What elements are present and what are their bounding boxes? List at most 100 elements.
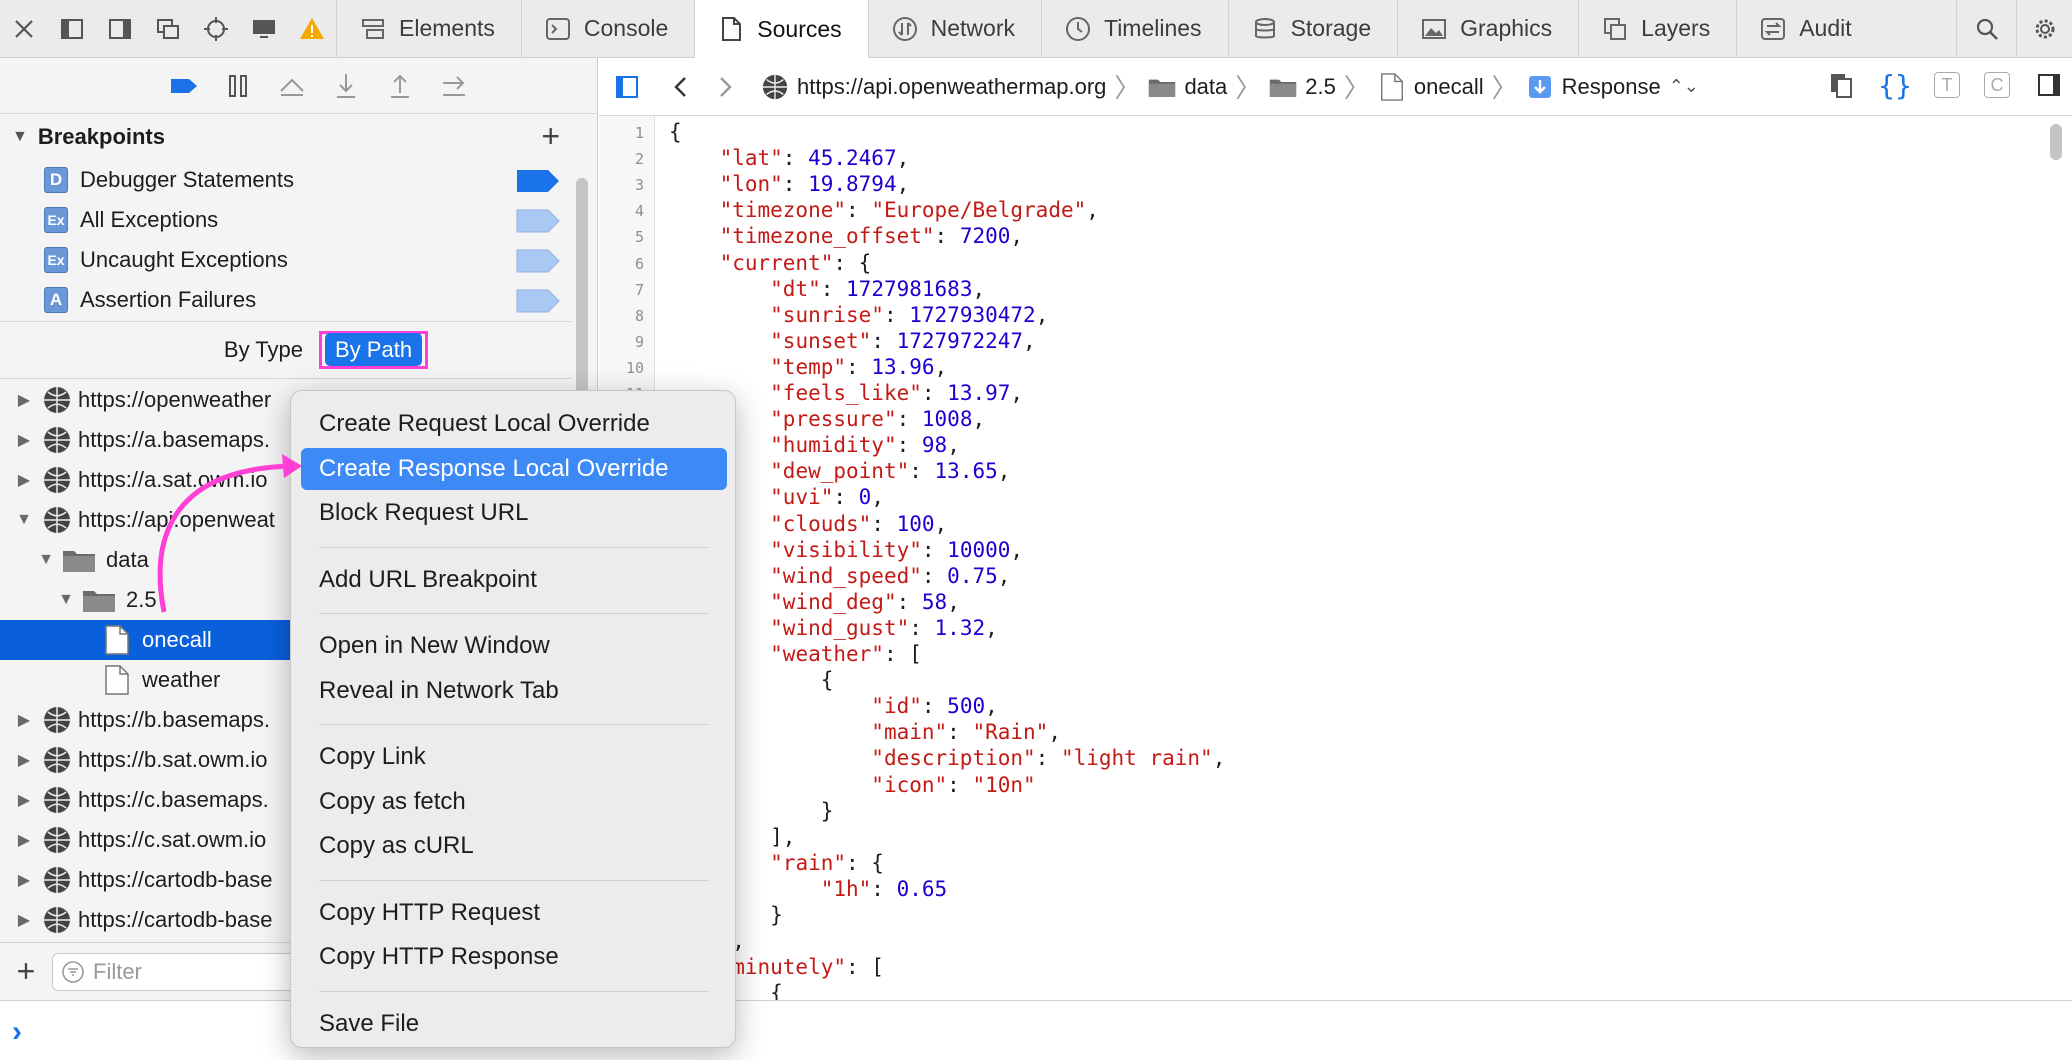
tree-label: data <box>106 547 149 572</box>
pause-button[interactable] <box>222 70 254 102</box>
add-breakpoint-button[interactable]: + <box>541 120 560 152</box>
json-key: "1h" <box>820 876 872 901</box>
breadcrumb-separator: 〉 <box>1491 73 1518 103</box>
type-toggle-icon[interactable]: T <box>1934 72 1960 98</box>
json-number: 1008 <box>921 407 973 432</box>
menu-item-copy-link[interactable]: Copy Link <box>301 736 727 778</box>
breakpoints-section-header[interactable]: ▼ Breakpoints + <box>0 115 572 159</box>
by-path-button[interactable]: By Path <box>325 333 423 366</box>
menu-item-copy-http-response[interactable]: Copy HTTP Response <box>301 936 727 978</box>
code-line: "timezone_offset": 7200, <box>669 224 1023 248</box>
search-icon[interactable] <box>1956 0 2016 57</box>
breakpoint-type-badge: D <box>44 167 68 193</box>
tab-timelines[interactable]: Timelines <box>1041 0 1228 57</box>
disclosure-triangle-icon[interactable]: ▶ <box>14 750 34 770</box>
disclosure-triangle-icon[interactable]: ▼ <box>12 128 28 146</box>
breakpoint-assertion-failures[interactable]: A Assertion Failures <box>44 280 560 320</box>
pretty-print-icon[interactable]: {} <box>1878 69 1912 102</box>
detach-window-icon[interactable] <box>144 0 192 57</box>
json-punctuation: , <box>896 146 910 171</box>
breakpoint-disabled-flag-icon[interactable] <box>516 249 560 273</box>
disclosure-triangle-icon[interactable]: ▶ <box>14 910 34 930</box>
step-button[interactable] <box>438 70 470 102</box>
disclosure-triangle-icon[interactable]: ▶ <box>14 710 34 730</box>
dock-right-icon[interactable] <box>96 0 144 57</box>
menu-item-save-file[interactable]: Save File <box>301 1003 727 1045</box>
inspect-crosshair-icon[interactable] <box>192 0 240 57</box>
audit-icon <box>1761 17 1786 40</box>
breakpoint-disabled-flag-icon[interactable] <box>516 209 560 233</box>
back-arrow-icon[interactable] <box>667 73 695 101</box>
tab-console[interactable]: Console <box>520 0 694 57</box>
device-monitor-icon[interactable] <box>240 0 288 57</box>
tab-layers[interactable]: Layers <box>1578 0 1736 57</box>
by-type-button[interactable]: By Type <box>224 337 303 363</box>
breakpoint-disabled-flag-icon[interactable] <box>516 289 560 313</box>
code-line: "sunset": 1727972247, <box>669 329 1036 353</box>
json-punctuation: : <box>820 276 847 301</box>
json-punctuation: : <box>947 720 973 745</box>
step-into-button[interactable] <box>330 70 362 102</box>
dock-left-icon[interactable] <box>48 0 96 57</box>
toggle-sidebar-icon[interactable] <box>613 73 641 101</box>
close-icon[interactable] <box>0 0 48 57</box>
json-punctuation: : <box>846 198 872 223</box>
breakpoint-uncaught-exceptions[interactable]: Ex Uncaught Exceptions <box>44 240 560 280</box>
disclosure-triangle-icon[interactable]: ▶ <box>14 790 34 810</box>
json-punctuation: { <box>669 120 682 144</box>
step-over-button[interactable] <box>276 70 308 102</box>
menu-item-add-url-breakpoint[interactable]: Add URL Breakpoint <box>301 559 727 601</box>
menu-separator <box>319 613 709 614</box>
menu-item-open-in-new-window[interactable]: Open in New Window <box>301 625 727 667</box>
disclosure-triangle-icon[interactable]: ▶ <box>14 830 34 850</box>
json-string: "10n" <box>972 772 1036 797</box>
disclosure-triangle-icon[interactable]: ▶ <box>14 390 34 410</box>
json-number: 1727972247 <box>896 328 1024 353</box>
editor-scrollbar-thumb[interactable] <box>2050 124 2062 160</box>
add-resource-button[interactable]: + <box>0 953 52 990</box>
menu-item-copy-http-request[interactable]: Copy HTTP Request <box>301 892 727 934</box>
disclosure-triangle-icon[interactable]: ▼ <box>56 591 76 609</box>
breakpoints-toggle-button[interactable] <box>168 70 200 102</box>
tab-network[interactable]: Network <box>867 0 1041 57</box>
tab-label: Storage <box>1290 15 1372 41</box>
disclosure-triangle-icon[interactable]: ▼ <box>36 551 56 569</box>
menu-item-create-response-local-override[interactable]: Create Response Local Override <box>301 447 727 490</box>
code-editor[interactable]: { "lat": 45.2467, "lon": 19.8794, "timez… <box>669 116 2059 1000</box>
breadcrumb-file[interactable]: onecall <box>1378 72 1484 101</box>
local-override-icon[interactable] <box>1826 70 1856 100</box>
tab-audit[interactable]: Audit <box>1736 0 1877 57</box>
css-toggle-icon[interactable]: C <box>1984 72 2010 98</box>
menu-item-copy-as-fetch[interactable]: Copy as fetch <box>301 781 727 823</box>
step-out-button[interactable] <box>384 70 416 102</box>
breadcrumb-folder[interactable]: data <box>1148 73 1227 101</box>
folder-icon <box>63 551 95 572</box>
menu-item-block-request-url[interactable]: Block Request URL <box>301 492 727 534</box>
file-icon <box>105 625 129 655</box>
toggle-details-sidebar-icon[interactable] <box>2034 70 2064 100</box>
menu-item-create-request-local-override[interactable]: Create Request Local Override <box>301 403 727 445</box>
tab-graphics[interactable]: Graphics <box>1397 0 1578 57</box>
json-punctuation <box>669 251 720 275</box>
tab-elements[interactable]: Elements <box>336 0 521 57</box>
menu-item-copy-as-curl[interactable]: Copy as cURL <box>301 825 727 867</box>
disclosure-triangle-icon[interactable]: ▶ <box>14 870 34 890</box>
breadcrumb-label: https://api.openweathermap.org <box>797 73 1107 99</box>
menu-item-reveal-in-network-tab[interactable]: Reveal in Network Tab <box>301 670 727 712</box>
tab-sources[interactable]: Sources <box>694 0 868 59</box>
warning-icon[interactable] <box>288 0 336 57</box>
tab-storage[interactable]: Storage <box>1227 0 1398 57</box>
breadcrumb-folder[interactable]: 2.5 <box>1269 73 1336 101</box>
forward-arrow-icon[interactable] <box>711 73 739 101</box>
breakpoint-label: Assertion Failures <box>80 287 257 312</box>
breakpoint-enabled-flag-icon[interactable] <box>516 169 560 193</box>
breakpoint-all-exceptions[interactable]: Ex All Exceptions <box>44 200 560 240</box>
breadcrumb-origin[interactable]: https://api.openweathermap.org <box>761 73 1106 101</box>
breakpoint-debugger-statements[interactable]: D Debugger Statements <box>44 160 560 200</box>
response-selector[interactable]: Response ⌃⌄ <box>1526 73 1699 101</box>
disclosure-triangle-icon[interactable]: ▶ <box>14 470 34 490</box>
json-number: 19.8794 <box>808 172 897 197</box>
gear-icon[interactable] <box>2016 0 2072 57</box>
disclosure-triangle-icon[interactable]: ▶ <box>14 430 34 450</box>
disclosure-triangle-icon[interactable]: ▼ <box>14 511 34 529</box>
